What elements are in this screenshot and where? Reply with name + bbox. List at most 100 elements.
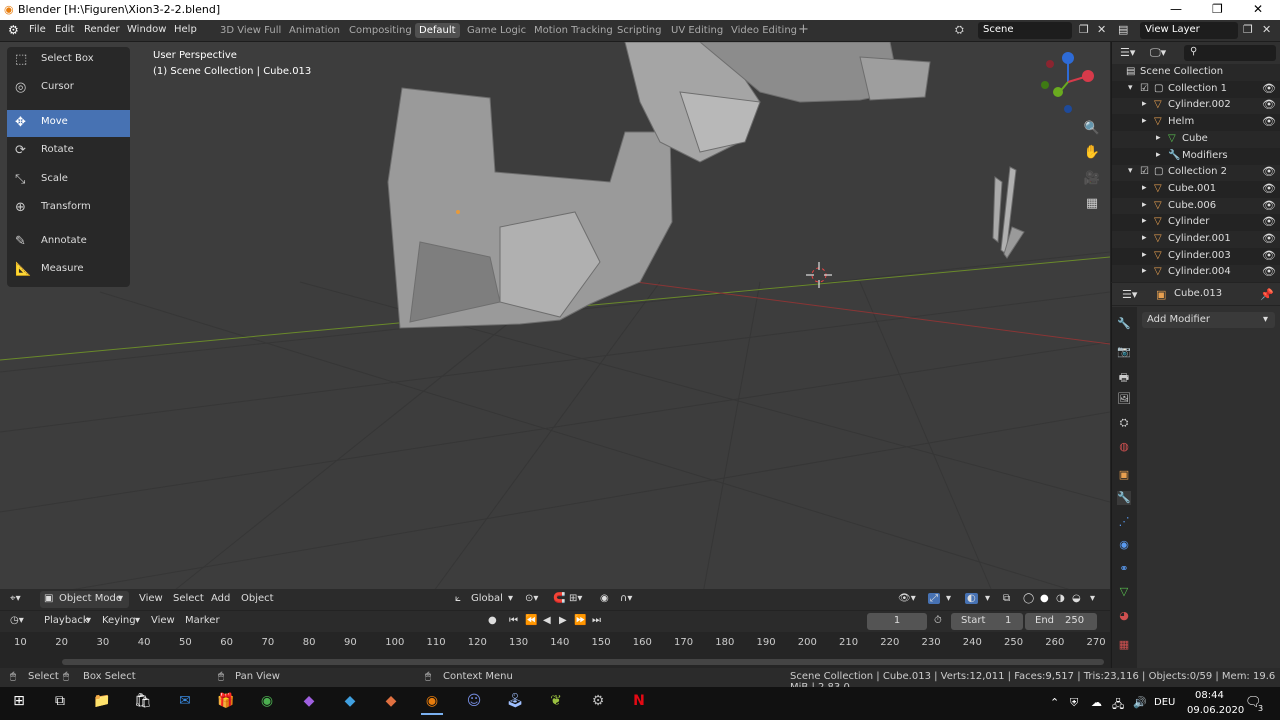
outliner-item[interactable]: ▸ ▽ Cylinder.004 👁: [1112, 264, 1280, 281]
outliner-item[interactable]: ▤ Scene Collection: [1112, 64, 1280, 81]
tab-scripting[interactable]: Scripting: [617, 25, 661, 36]
chevron-down-icon[interactable]: ▾: [1090, 593, 1095, 604]
tab-compositing[interactable]: Compositing: [349, 25, 412, 36]
prev-keyframe-icon[interactable]: ⏪: [525, 615, 537, 626]
tab-motion-tracking[interactable]: Motion Tracking: [534, 25, 613, 36]
outliner-item[interactable]: ▸ ▽ Cube: [1112, 131, 1280, 148]
visibility-eye-icon[interactable]: 👁: [1262, 265, 1276, 278]
scene-field[interactable]: Scene: [978, 22, 1072, 39]
view-layer-field[interactable]: View Layer: [1140, 22, 1238, 39]
editor-type-icon[interactable]: ⌖▾: [10, 593, 21, 604]
jump-end-icon[interactable]: ⏭: [592, 615, 601, 626]
clock-time[interactable]: 08:44: [1195, 690, 1224, 701]
close-button[interactable]: ✕: [1253, 2, 1263, 16]
grid-view-icon[interactable]: ▦: [1083, 196, 1101, 214]
discord-icon[interactable]: ☺: [463, 693, 485, 715]
new-view-layer-icon[interactable]: ❐: [1243, 23, 1253, 36]
pivot-icon[interactable]: ⊙▾: [525, 593, 538, 604]
menu-help[interactable]: Help: [174, 24, 197, 35]
remove-scene-icon[interactable]: ✕: [1097, 23, 1106, 36]
tool-transform[interactable]: ⊕ Transform: [7, 195, 130, 222]
menu-view[interactable]: View: [139, 593, 163, 604]
menu-file[interactable]: File: [29, 24, 46, 35]
visibility-eye-icon[interactable]: 👁: [1262, 165, 1276, 178]
expand-arrow-icon[interactable]: ▸: [1142, 116, 1147, 126]
overlays-icon[interactable]: ◐: [965, 593, 978, 604]
gizmo-toggle-icon[interactable]: ⤢: [928, 593, 940, 604]
tray-volume-icon[interactable]: 🔊: [1133, 696, 1147, 709]
timeline-scrollbar[interactable]: [62, 659, 1104, 665]
play-icon[interactable]: ▶: [559, 615, 567, 626]
menu-keying[interactable]: Keying: [102, 615, 136, 626]
display-mode-icon[interactable]: 🖵▾: [1150, 46, 1166, 60]
pin-icon[interactable]: 📌: [1260, 288, 1274, 301]
menu-playback[interactable]: Playback: [44, 615, 89, 626]
chevron-down-icon[interactable]: ▾: [985, 593, 990, 604]
collection-checkbox[interactable]: ☑: [1140, 166, 1149, 177]
blender-taskbar-icon[interactable]: ◉: [421, 693, 443, 715]
tray-security-icon[interactable]: ⛨: [1070, 696, 1078, 710]
visibility-eye-icon[interactable]: 👁: [1262, 215, 1276, 228]
visibility-eye-icon[interactable]: 👁: [1262, 199, 1276, 212]
visibility-eye-icon[interactable]: 👁: [1262, 98, 1276, 111]
current-frame-field[interactable]: 1: [867, 613, 927, 630]
next-keyframe-icon[interactable]: ⏩: [574, 615, 586, 626]
outliner-item[interactable]: ▸ ▽ Helm 👁: [1112, 114, 1280, 132]
scene-tab-icon[interactable]: ⛭: [1117, 416, 1131, 430]
view-layer-tab-icon[interactable]: 🖼: [1117, 392, 1131, 406]
tool-tab-icon[interactable]: 🔧: [1117, 317, 1131, 331]
tray-network-icon[interactable]: 🖧: [1112, 696, 1124, 715]
outliner-search-input[interactable]: ⚲: [1184, 45, 1276, 61]
modifier-tab-icon[interactable]: 🔧: [1117, 491, 1131, 505]
expand-arrow-icon[interactable]: ▾: [1128, 166, 1133, 176]
physics-tab-icon[interactable]: ◉: [1117, 538, 1131, 552]
keyboard-language[interactable]: DEU: [1154, 697, 1175, 708]
outliner-item[interactable]: ▸ ▽ Cylinder 👁: [1112, 214, 1280, 232]
affinity-photo-icon[interactable]: ◆: [298, 693, 320, 715]
netflix-icon[interactable]: N: [628, 693, 650, 715]
expand-arrow-icon[interactable]: ▸: [1156, 133, 1161, 143]
tab-3d-view-full[interactable]: 3D View Full: [220, 25, 281, 36]
blender-menu-icon[interactable]: ⚙: [8, 23, 19, 37]
add-modifier-dropdown[interactable]: Add Modifier ▾: [1142, 312, 1275, 328]
windows-start-icon[interactable]: ⊞: [8, 693, 30, 715]
menu-add[interactable]: Add: [211, 593, 230, 604]
timeline-editor-icon[interactable]: ◷▾: [10, 615, 24, 626]
expand-arrow-icon[interactable]: ▸: [1142, 233, 1147, 243]
view-layer-icon[interactable]: ▤: [1118, 23, 1128, 36]
tool-select-box[interactable]: ⬚ Select Box: [7, 47, 130, 74]
pan-hand-icon[interactable]: ✋: [1083, 145, 1101, 163]
tab-video-editing[interactable]: Video Editing: [731, 25, 797, 36]
tool-annotate[interactable]: ✎ Annotate: [7, 229, 130, 256]
menu-object[interactable]: Object: [241, 593, 274, 604]
visibility-eye-icon[interactable]: 👁: [1262, 115, 1276, 128]
object-tab-icon[interactable]: ▣: [1117, 468, 1131, 482]
data-tab-icon[interactable]: ▽: [1117, 585, 1131, 599]
mail-icon[interactable]: ✉: [174, 693, 196, 715]
render-tab-icon[interactable]: 📷: [1117, 345, 1131, 359]
falloff-icon[interactable]: ∩▾: [620, 593, 632, 604]
chevron-down-icon[interactable]: ▾: [508, 593, 513, 604]
material-tab-icon[interactable]: ◕: [1117, 609, 1131, 623]
visibility-eye-icon[interactable]: 👁: [1262, 82, 1276, 95]
expand-arrow-icon[interactable]: ▸: [1142, 183, 1147, 193]
outliner-item[interactable]: ▸ ▽ Cube.006 👁: [1112, 198, 1280, 215]
tool-scale[interactable]: ⤡ Scale: [7, 167, 130, 194]
outliner-editor-icon[interactable]: ☰▾: [1120, 46, 1135, 59]
properties-editor-icon[interactable]: ☰▾: [1122, 288, 1137, 301]
tab-animation[interactable]: Animation: [289, 25, 340, 36]
visibility-icon[interactable]: 👁▾: [898, 593, 916, 604]
visibility-eye-icon[interactable]: 👁: [1262, 182, 1276, 195]
outliner-item[interactable]: ▸ ▽ Cylinder.001 👁: [1112, 231, 1280, 248]
timeline[interactable]: 10 20 30 40 50 60 70 80 90 100 110 120 130 140 150 160 1…: [0, 632, 1110, 668]
outliner-item[interactable]: ▾ ☑ ▢ Collection 1 👁: [1112, 80, 1280, 98]
tray-cloud-icon[interactable]: ☁: [1091, 696, 1102, 709]
expand-arrow-icon[interactable]: ▸: [1142, 250, 1147, 260]
menu-select[interactable]: Select: [173, 593, 204, 604]
orientation-dropdown[interactable]: Global: [471, 593, 503, 604]
texture-tab-icon[interactable]: ▦: [1117, 638, 1131, 652]
affinity-publisher-icon[interactable]: ◆: [380, 693, 402, 715]
navigation-gizmo[interactable]: [1041, 52, 1094, 113]
start-frame-field[interactable]: Start 1: [951, 613, 1023, 630]
tab-uv-editing[interactable]: UV Editing: [671, 25, 723, 36]
